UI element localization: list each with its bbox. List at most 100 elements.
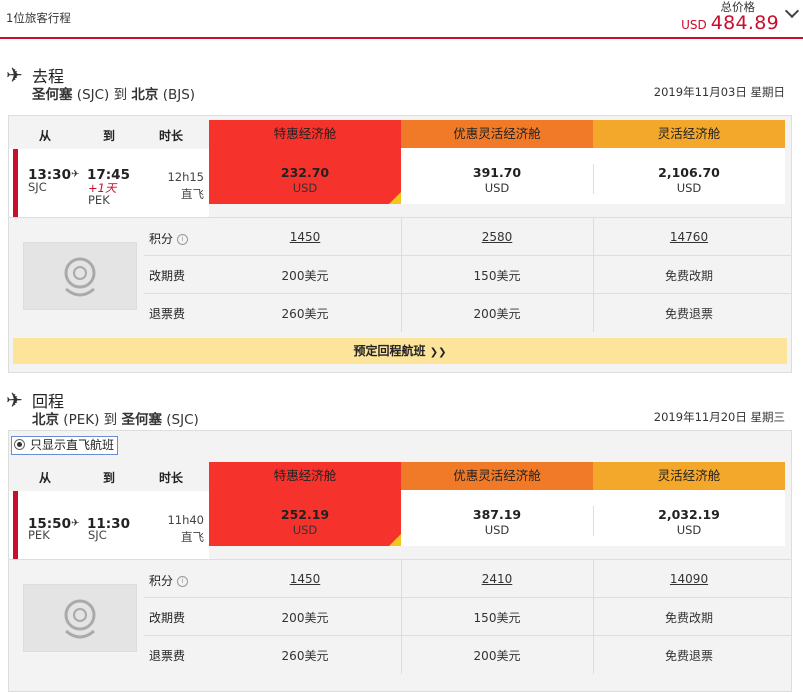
fare-price: 387.19 — [472, 507, 522, 522]
col-to: 到 — [103, 129, 116, 143]
refund-fee: 260美元 — [281, 649, 329, 663]
chevron-down-icon[interactable] — [784, 3, 800, 19]
plane-icon: ✈ — [6, 63, 23, 87]
refund-fee: 200美元 — [473, 649, 521, 663]
fare-column-flex[interactable]: 灵活经济舱 2,106.70 USD — [593, 120, 785, 217]
fare-cell[interactable]: 2,106.70 USD — [593, 148, 785, 204]
plane-icon: ✈ — [71, 518, 80, 529]
divider — [9, 217, 791, 218]
col-duration: 时长 — [159, 129, 184, 143]
change-fee: 免费改期 — [664, 611, 713, 625]
points-link[interactable]: 1450 — [209, 572, 401, 586]
outbound-header: ✈ 去程 圣何塞 (SJC) 到 北京 (BJS) 2019年11月03日 星期… — [0, 62, 803, 103]
arrive-code: SJC — [88, 528, 107, 542]
fare-price: 391.70 — [472, 165, 522, 180]
divider — [144, 255, 791, 256]
depart-code: PEK — [28, 528, 50, 542]
outbound-flight-card: 从 到 时长 13:30 ✈ 17:45 SJC +1天 PEK 12h15 直… — [8, 115, 792, 373]
fare-cell[interactable]: 391.70 USD — [401, 148, 593, 204]
total-currency: USD — [681, 18, 707, 32]
change-fee-label: 改期费 — [149, 611, 186, 625]
inbound-flight-card: 从 到 时长 15:50 ✈ 11:30 PEK SJC 11h40 直飞 特惠… — [8, 430, 792, 692]
selected-corner-icon — [389, 192, 401, 204]
points-link[interactable]: 14760 — [593, 230, 785, 244]
fare-column-basic[interactable]: 特惠经济舱 232.70 USD — [209, 120, 401, 217]
divider — [144, 635, 791, 636]
fare-cell[interactable]: 232.70 USD — [209, 148, 401, 204]
traveler-count: 1位旅客行程 — [6, 11, 71, 25]
refund-fee: 免费退票 — [664, 307, 713, 321]
points-link[interactable]: 14090 — [593, 572, 785, 586]
inbound-date: 2019年11月20日 星期三 — [653, 410, 785, 424]
radio-icon[interactable] — [14, 439, 25, 450]
total-price: USD 484.89 — [681, 12, 779, 34]
selected-indicator — [13, 491, 18, 559]
fare-price: 2,106.70 — [658, 165, 720, 180]
selected-indicator — [13, 149, 18, 217]
info-icon[interactable]: i — [177, 234, 189, 245]
depart-code: SJC — [28, 180, 47, 194]
change-fee-label: 改期费 — [149, 269, 186, 283]
fare-cell[interactable]: 2,032.19 USD — [593, 490, 785, 546]
fare-currency: USD — [676, 181, 702, 195]
fare-price: 252.19 — [280, 507, 330, 522]
change-fee: 200美元 — [281, 269, 329, 283]
fare-column-saver[interactable]: 优惠灵活经济舱 391.70 USD — [401, 120, 593, 217]
double-chevron-down-icon: ❯❯ — [429, 347, 447, 358]
stops: 直飞 — [181, 530, 204, 544]
inbound-header: ✈ 回程 北京 (PEK) 到 圣何塞 (SJC) 2019年11月20日 星期… — [0, 387, 803, 428]
stops: 直飞 — [181, 187, 204, 201]
fare-price: 232.70 — [280, 165, 330, 180]
refund-fee: 200美元 — [473, 307, 521, 321]
duration: 12h15 — [167, 170, 204, 184]
book-return-button[interactable]: 预定回程航班 ❯❯ — [13, 338, 787, 364]
direct-flights-filter[interactable]: 只显示直飞航班 — [11, 436, 119, 455]
divider — [593, 164, 594, 194]
col-to: 到 — [103, 471, 116, 485]
points-label: 积分 i — [149, 230, 189, 247]
inbound-route: 北京 (PEK) 到 圣何塞 (SJC) — [32, 412, 199, 428]
fare-column-flex[interactable]: 灵活经济舱 2,032.19 USD — [593, 462, 785, 559]
refund-fee-label: 退票费 — [149, 649, 186, 663]
points-label: 积分 i — [149, 572, 189, 589]
fare-currency: USD — [484, 523, 510, 537]
change-fee: 免费改期 — [664, 269, 713, 283]
plane-icon: ✈ — [71, 169, 80, 180]
total-amount: 484.89 — [710, 12, 779, 34]
duration: 11h40 — [167, 513, 204, 527]
refund-fee: 免费退票 — [664, 649, 713, 663]
fare-column-basic[interactable]: 特惠经济舱 252.19 USD — [209, 462, 401, 559]
plane-icon: ✈ — [6, 388, 23, 412]
change-fee: 200美元 — [281, 611, 329, 625]
fare-currency: USD — [676, 523, 702, 537]
fare-tab[interactable]: 灵活经济舱 — [593, 462, 785, 490]
airline-logo-icon — [24, 243, 136, 309]
divider — [144, 597, 791, 598]
outbound-date: 2019年11月03日 星期日 — [653, 85, 785, 99]
fare-price: 2,032.19 — [658, 507, 720, 522]
airline-logo — [23, 242, 137, 310]
points-link[interactable]: 1450 — [209, 230, 401, 244]
summary-bar[interactable]: 1位旅客行程 总价格 USD 484.89 — [0, 0, 803, 39]
fare-column-saver[interactable]: 优惠灵活经济舱 387.19 USD — [401, 462, 593, 559]
info-icon[interactable]: i — [177, 576, 189, 587]
fare-cell[interactable]: 387.19 USD — [401, 490, 593, 546]
fare-tab[interactable]: 灵活经济舱 — [593, 120, 785, 148]
airline-logo — [23, 584, 137, 652]
outbound-route: 圣何塞 (SJC) 到 北京 (BJS) — [32, 87, 196, 103]
fare-cell[interactable]: 252.19 USD — [209, 490, 401, 546]
refund-fee: 260美元 — [281, 307, 329, 321]
change-fee: 150美元 — [473, 611, 521, 625]
col-from: 从 — [39, 129, 52, 143]
fare-tab[interactable]: 优惠灵活经济舱 — [401, 462, 593, 490]
points-link[interactable]: 2580 — [401, 230, 593, 244]
points-link[interactable]: 2410 — [401, 572, 593, 586]
divider — [144, 293, 791, 294]
col-duration: 时长 — [159, 471, 184, 485]
fare-currency: USD — [484, 181, 510, 195]
fare-tab[interactable]: 优惠灵活经济舱 — [401, 120, 593, 148]
divider — [9, 559, 791, 560]
selected-corner-icon — [389, 534, 401, 546]
divider — [593, 506, 594, 536]
airline-logo-icon — [24, 585, 136, 651]
